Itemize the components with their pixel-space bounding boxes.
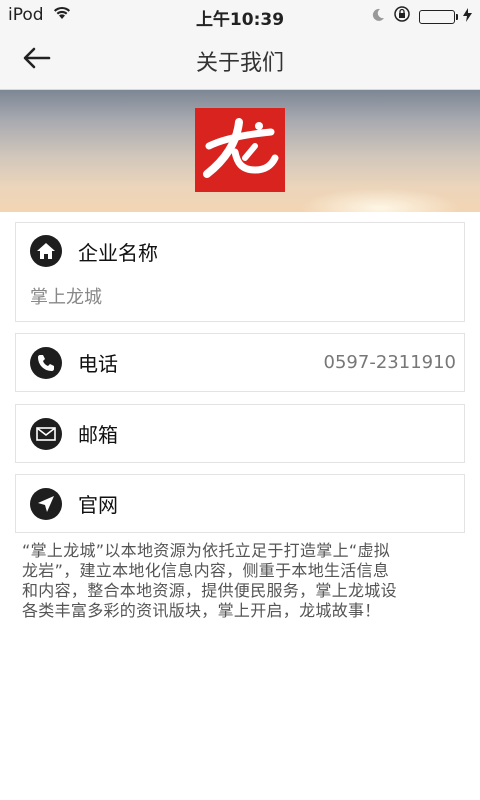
email-label: 邮箱 (78, 423, 118, 447)
company-value: 掌上龙城 (30, 287, 102, 308)
description-line: 和内容，整合本地资源，提供便民服务，掌上龙城设 (22, 581, 397, 600)
company-card: 企业名称 掌上龙城 (15, 222, 465, 322)
description-line: 龙岩”，建立本地化信息内容，侧重于本地生活信息 (22, 561, 390, 580)
moon-icon (371, 7, 385, 27)
website-label: 官网 (78, 493, 118, 517)
description-line: 各类丰富多彩的资讯版块，掌上开启，龙城故事！ (22, 601, 381, 620)
website-card[interactable]: 官网 (15, 474, 465, 533)
home-icon (30, 235, 62, 267)
phone-value[interactable]: 0597-2311910 (324, 352, 456, 373)
charging-icon (463, 7, 472, 27)
battery-icon (419, 9, 458, 24)
phone-card[interactable]: 电话 0597-2311910 (15, 333, 465, 392)
status-bar: iPod 上午10:39 (0, 0, 480, 30)
phone-icon (30, 346, 62, 379)
nav-bar: 关于我们 (0, 30, 480, 90)
header-banner (0, 90, 480, 212)
mail-icon (30, 417, 62, 450)
app-logo (195, 108, 285, 192)
description-line: “掌上龙城”以本地资源为依托立足于打造掌上“虚拟 (22, 541, 391, 560)
about-description: “掌上龙城”以本地资源为依托立足于打造掌上“虚拟 龙岩”，建立本地化信息内容，侧… (22, 541, 462, 621)
location-arrow-icon (30, 487, 62, 520)
email-card[interactable]: 邮箱 (15, 404, 465, 463)
phone-label: 电话 (78, 352, 118, 376)
page-title: 关于我们 (195, 51, 284, 76)
rotation-lock-icon (393, 5, 411, 28)
company-label: 企业名称 (78, 240, 158, 265)
